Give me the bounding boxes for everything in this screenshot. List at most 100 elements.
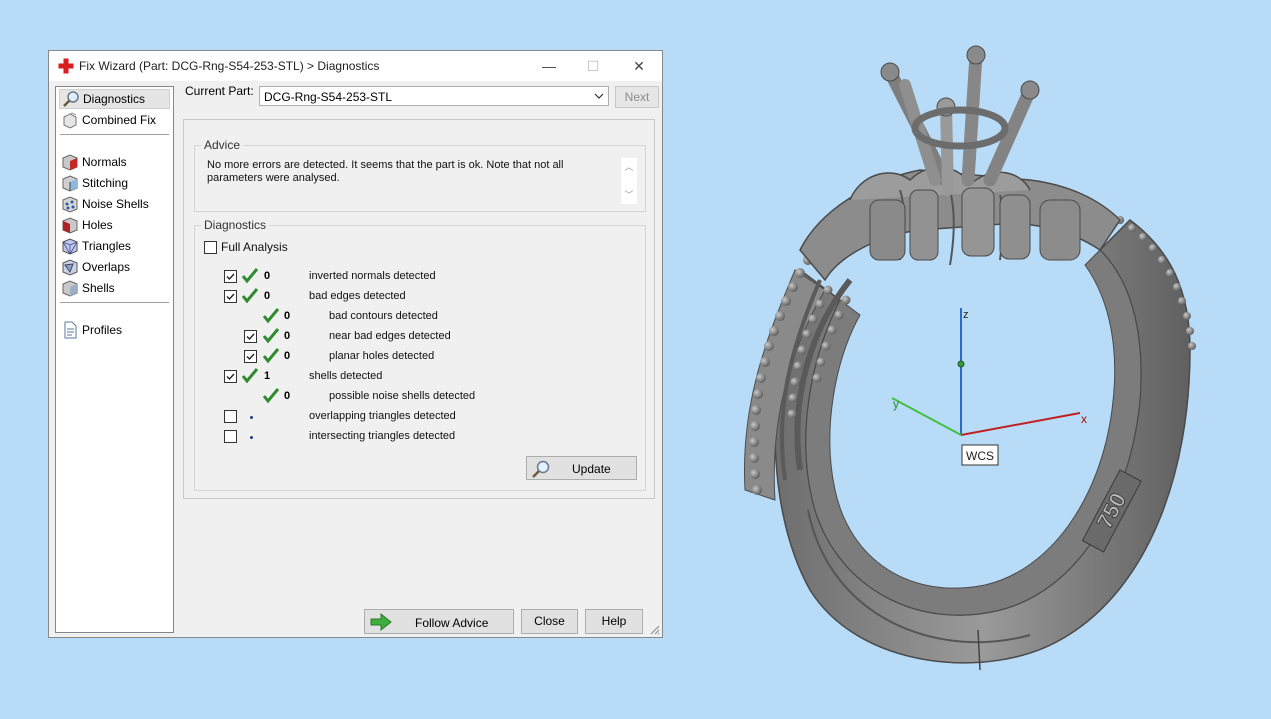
current-part-value: DCG-Rng-S54-253-STL	[264, 90, 393, 104]
close-window-button[interactable]: ✕	[617, 51, 661, 81]
full-analysis-label: Full Analysis	[221, 240, 288, 254]
chevron-down-icon	[594, 93, 604, 99]
pending-dot-icon	[250, 436, 253, 439]
green-arrow-icon	[370, 613, 392, 631]
planar-holes-checkbox[interactable]	[244, 350, 257, 363]
sidebar-divider	[60, 134, 169, 135]
sidebar-item-overlaps[interactable]: Overlaps	[59, 257, 170, 277]
sidebar-item-stitching[interactable]: Stitching	[59, 173, 170, 193]
checkmark-icon	[246, 333, 255, 341]
sidebar-item-holes[interactable]: Holes	[59, 215, 170, 235]
follow-advice-label: Follow Advice	[415, 616, 489, 630]
sidebar-item-profiles[interactable]: Profiles	[59, 320, 170, 340]
y-axis-label: y	[893, 397, 899, 411]
green-check-icon	[262, 348, 280, 364]
scroll-down-arrow-icon[interactable]: ﹀	[624, 188, 634, 200]
bad-contours-count: 0	[284, 310, 291, 322]
sidebar-item-label: Diagnostics	[83, 92, 146, 106]
ring-3d-model[interactable]: 750 z x y WCS	[700, 30, 1240, 680]
bad-edges-checkbox[interactable]	[224, 290, 237, 303]
overlapping-triangles-checkbox[interactable]	[224, 410, 237, 423]
current-part-label: Current Part:	[185, 84, 254, 98]
sidebar-divider	[60, 302, 169, 303]
bad-edges-label: bad edges detected	[309, 290, 406, 302]
advice-scrollbar[interactable]: ︿ ﹀	[621, 158, 637, 204]
shells-cube-icon	[62, 280, 78, 297]
sidebar-item-label: Shells	[82, 281, 115, 295]
shells-checkbox[interactable]	[224, 370, 237, 383]
scroll-up-arrow-icon[interactable]: ︿	[624, 160, 634, 172]
magnifier-icon	[63, 91, 79, 107]
checkmark-icon	[226, 273, 235, 281]
axis-pivot-marker	[957, 360, 965, 368]
resize-grip-icon[interactable]	[650, 625, 660, 635]
advice-title: Advice	[201, 138, 244, 152]
planar-holes-count: 0	[284, 350, 291, 362]
diagnostics-title: Diagnostics	[201, 218, 270, 232]
update-button[interactable]: Update	[526, 456, 637, 480]
combined-fix-icon	[63, 112, 77, 129]
wcs-axes: z x y WCS	[891, 308, 1087, 466]
help-button[interactable]: Help	[585, 609, 643, 634]
inverted-normals-count: 0	[264, 270, 271, 282]
sidebar-item-label: Triangles	[82, 239, 131, 253]
sidebar-item-label: Combined Fix	[82, 113, 157, 127]
window-title: Fix Wizard (Part: DCG-Rng-S54-253-STL) >…	[79, 59, 380, 73]
checkmark-icon	[226, 293, 235, 301]
near-bad-edges-checkbox[interactable]	[244, 330, 257, 343]
diagnostics-page: Advice No more errors are detected. It s…	[183, 119, 655, 499]
sidebar-item-diagnostics[interactable]: Diagnostics	[59, 89, 170, 109]
normals-cube-icon	[62, 154, 78, 171]
full-analysis-checkbox[interactable]	[204, 241, 217, 254]
x-axis	[960, 412, 1081, 436]
noise-shells-count: 0	[284, 390, 291, 402]
wizard-sidebar: Diagnostics Combined Fix Normals Stitchi…	[55, 86, 174, 633]
checkmark-icon	[246, 353, 255, 361]
green-check-icon	[262, 308, 280, 324]
advice-text: No more errors are detected. It seems th…	[207, 159, 564, 184]
green-check-icon	[241, 268, 259, 284]
sidebar-item-label: Stitching	[82, 176, 129, 190]
close-button[interactable]: Close	[521, 609, 578, 634]
y-axis	[891, 397, 962, 436]
sidebar-item-label: Normals	[82, 155, 127, 169]
sidebar-item-noise-shells[interactable]: Noise Shells	[59, 194, 170, 214]
inverted-normals-checkbox[interactable]	[224, 270, 237, 283]
green-check-icon	[241, 288, 259, 304]
profiles-document-icon	[64, 321, 77, 339]
prongs	[880, 45, 1040, 196]
title-bar[interactable]: Fix Wizard (Part: DCG-Rng-S54-253-STL) >…	[49, 51, 662, 81]
next-button[interactable]: Next	[615, 86, 659, 108]
red-cross-app-icon	[58, 58, 74, 74]
sidebar-item-shells[interactable]: Shells	[59, 278, 170, 298]
near-bad-edges-label: near bad edges detected	[329, 330, 451, 342]
planar-holes-label: planar holes detected	[329, 350, 435, 362]
shells-count: 1	[264, 370, 271, 382]
checkmark-icon	[226, 373, 235, 381]
sidebar-item-label: Overlaps	[82, 260, 131, 274]
holes-cube-icon	[62, 217, 78, 234]
x-axis-label: x	[1081, 412, 1087, 426]
intersecting-triangles-label: intersecting triangles detected	[309, 430, 456, 442]
update-label: Update	[572, 462, 611, 476]
diagnostics-group: Diagnostics Full Analysis 0 inverted nor…	[194, 218, 646, 491]
bad-edges-count: 0	[264, 290, 271, 302]
sidebar-item-triangles[interactable]: Triangles	[59, 236, 170, 256]
advice-box: No more errors are detected. It seems th…	[195, 152, 645, 208]
z-axis-label: z	[963, 309, 969, 321]
current-part-dropdown[interactable]: DCG-Rng-S54-253-STL	[259, 86, 609, 106]
magnifier-icon	[532, 460, 550, 478]
sidebar-item-label: Holes	[82, 218, 113, 232]
maximize-button[interactable]: ☐	[571, 51, 615, 81]
fix-wizard-window: Fix Wizard (Part: DCG-Rng-S54-253-STL) >…	[48, 50, 663, 638]
intersecting-triangles-checkbox[interactable]	[224, 430, 237, 443]
minimize-button[interactable]: —	[527, 51, 571, 81]
noise-shells-label: possible noise shells detected	[329, 390, 476, 402]
sidebar-item-normals[interactable]: Normals	[59, 152, 170, 172]
sidebar-item-combined-fix[interactable]: Combined Fix	[59, 110, 170, 130]
follow-advice-button[interactable]: Follow Advice	[364, 609, 514, 634]
sidebar-item-label: Noise Shells	[82, 197, 149, 211]
advice-group: Advice No more errors are detected. It s…	[194, 138, 646, 212]
wcs-label: WCS	[966, 449, 994, 463]
overlapping-triangles-label: overlapping triangles detected	[309, 410, 456, 422]
